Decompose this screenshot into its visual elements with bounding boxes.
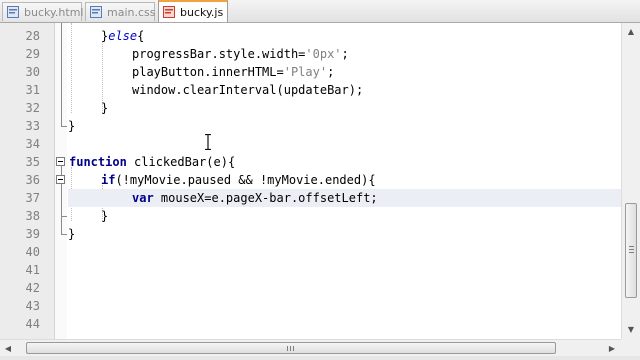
code-line: 34 bbox=[0, 135, 621, 153]
horizontal-scroll-thumb[interactable] bbox=[26, 342, 556, 354]
code-text: function clickedBar(e){ bbox=[69, 155, 236, 169]
line-number: 38 bbox=[25, 209, 40, 223]
code-line: 31 window.clearInterval(updateBar); bbox=[0, 81, 621, 99]
js-file-icon bbox=[163, 6, 175, 18]
code-line: 40 bbox=[0, 243, 621, 261]
css-file-icon bbox=[90, 6, 102, 18]
code-editor[interactable]: 28 }else{ 29 progressBar.style.width='0p… bbox=[0, 23, 621, 339]
bottom-edge bbox=[0, 356, 640, 360]
code-text: window.clearInterval(updateBar); bbox=[132, 83, 364, 97]
code-line: 39 } bbox=[0, 225, 621, 243]
vertical-scrollbar[interactable]: ▲ ▼ bbox=[621, 23, 640, 339]
code-line: 37 var mouseX=e.pageX-bar.offsetLeft; bbox=[0, 189, 621, 207]
vertical-scroll-thumb[interactable] bbox=[625, 203, 637, 298]
tab-label: bucky.js bbox=[180, 5, 224, 19]
i-beam-cursor-icon bbox=[205, 134, 211, 150]
code-line: 33 } bbox=[0, 117, 621, 135]
code-line: 32 } bbox=[0, 99, 621, 117]
code-text: if(!myMovie.paused && !myMovie.ended){ bbox=[101, 173, 376, 187]
scroll-right-arrow-icon[interactable]: ▶ bbox=[604, 340, 620, 356]
horizontal-scrollbar[interactable]: ◀ ▶ bbox=[0, 339, 621, 356]
code-line: 30 playButton.innerHTML='Play'; bbox=[0, 63, 621, 81]
html-file-icon bbox=[7, 6, 19, 18]
line-number: 28 bbox=[25, 29, 40, 43]
code-text: playButton.innerHTML='Play'; bbox=[132, 65, 335, 79]
code-text: }else{ bbox=[101, 29, 145, 43]
code-text: progressBar.style.width='0px'; bbox=[132, 47, 349, 61]
line-number: 37 bbox=[25, 191, 40, 205]
code-text: var mouseX=e.pageX-bar.offsetLeft; bbox=[132, 191, 378, 205]
line-number: 41 bbox=[25, 263, 40, 277]
tab-bucky-html[interactable]: bucky.html bbox=[2, 2, 84, 21]
scroll-left-arrow-icon[interactable]: ◀ bbox=[0, 340, 16, 356]
code-text: } bbox=[68, 119, 76, 133]
code-line: 42 bbox=[0, 279, 621, 297]
code-line: 43 bbox=[0, 297, 621, 315]
code-text: } bbox=[68, 227, 76, 241]
code-text: } bbox=[101, 209, 109, 223]
line-number: 30 bbox=[25, 65, 40, 79]
tab-label: bucky.html bbox=[24, 5, 84, 19]
line-number: 42 bbox=[25, 281, 40, 295]
tab-main-css[interactable]: main.css bbox=[85, 2, 156, 21]
code-line: 44 bbox=[0, 315, 621, 333]
code-text: } bbox=[101, 101, 109, 115]
line-number: 43 bbox=[25, 299, 40, 313]
line-number: 36 bbox=[25, 173, 40, 187]
scroll-down-arrow-icon[interactable]: ▼ bbox=[622, 321, 640, 337]
code-line: 36 if(!myMovie.paused && !myMovie.ended)… bbox=[0, 171, 621, 189]
code-line: 41 bbox=[0, 261, 621, 279]
line-number: 40 bbox=[25, 245, 40, 259]
code-line: 28 }else{ bbox=[0, 27, 621, 45]
tab-bucky-js[interactable]: bucky.js bbox=[158, 0, 228, 22]
line-number: 35 bbox=[25, 155, 40, 169]
line-number: 39 bbox=[25, 227, 40, 241]
tab-label: main.css bbox=[107, 5, 156, 19]
line-number: 31 bbox=[25, 83, 40, 97]
scroll-up-arrow-icon[interactable]: ▲ bbox=[622, 23, 640, 39]
line-number: 32 bbox=[25, 101, 40, 115]
code-line: 38 } bbox=[0, 207, 621, 225]
line-number: 34 bbox=[25, 137, 40, 151]
code-line: 29 progressBar.style.width='0px'; bbox=[0, 45, 621, 63]
line-number: 29 bbox=[25, 47, 40, 61]
code-line: 35 function clickedBar(e){ bbox=[0, 153, 621, 171]
line-number: 33 bbox=[25, 119, 40, 133]
tab-bar: bucky.html main.css bucky.js bbox=[0, 0, 640, 23]
line-number: 44 bbox=[25, 317, 40, 331]
